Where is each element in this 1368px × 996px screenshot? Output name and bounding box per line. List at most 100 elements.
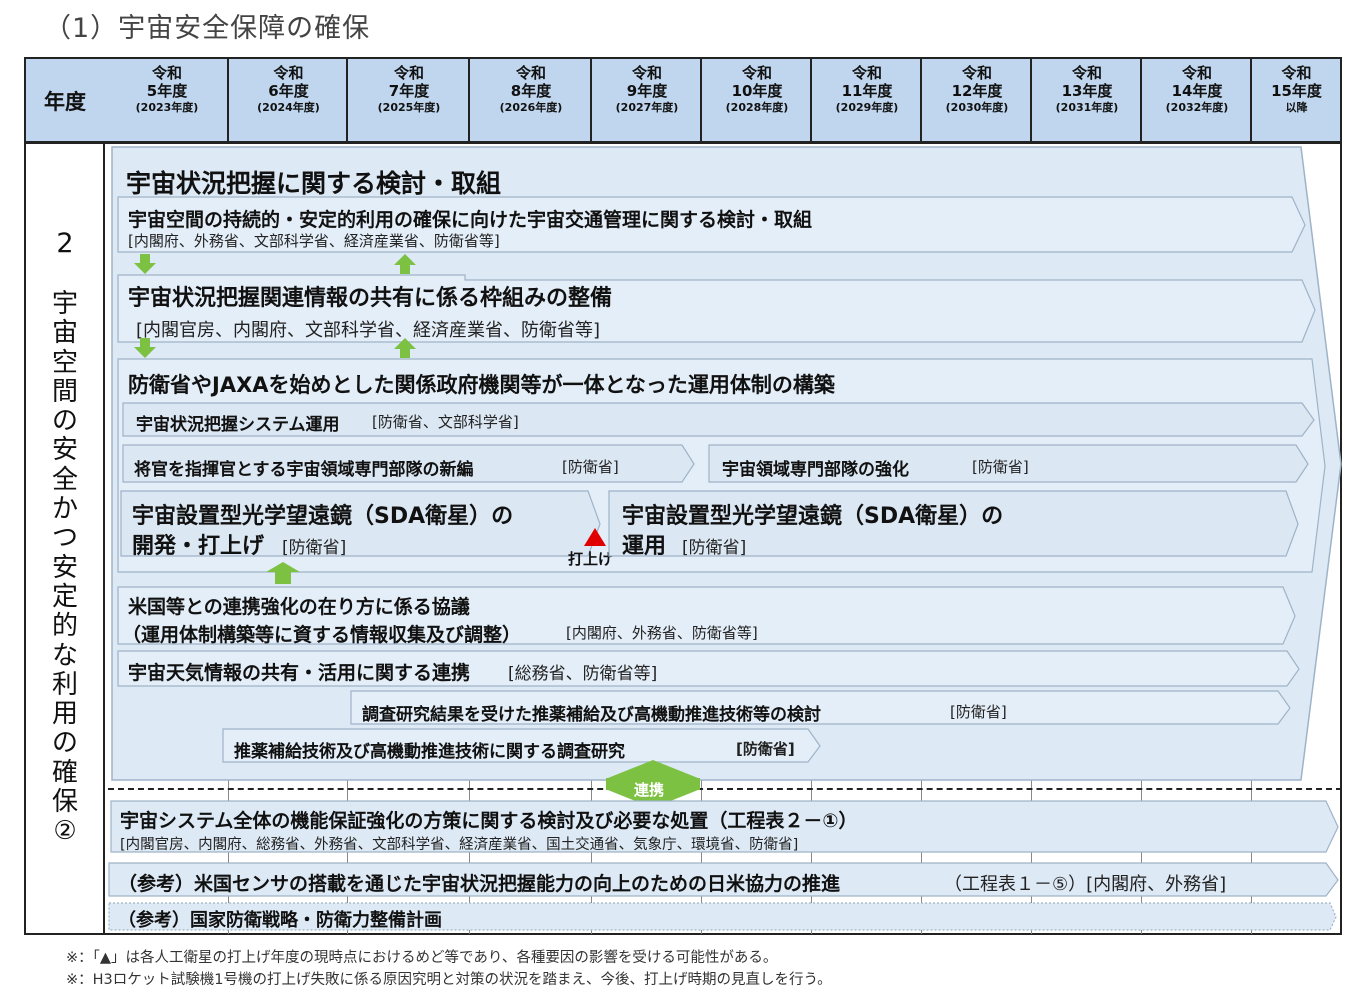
year-header-line: 7年度 <box>388 82 430 101</box>
left-column-divider <box>103 141 105 934</box>
year-header-line: 令和 <box>1071 64 1102 82</box>
year-header-10: 令和 10年度 (2028年度) <box>702 64 812 114</box>
year-header-line: 13年度 <box>1061 82 1113 101</box>
year-header-15: 令和 15年度 以降 <box>1252 64 1341 114</box>
down-arrow-icon <box>134 338 156 358</box>
year-header-line: 令和 <box>1181 64 1212 82</box>
year-header-line: (2024年度) <box>257 100 320 114</box>
header-column-line <box>810 59 812 143</box>
year-header-7: 令和 7年度 (2025年度) <box>348 64 470 114</box>
mission-assurance-orgs: [内閣官房、内閣府、総務省、外務省、文部科学省、経済産業省、国土交通省、気象庁、… <box>120 837 799 853</box>
space-weather-title: 宇宙天気情報の共有・活用に関する連携 <box>128 662 471 684</box>
year-column-label: 年度 <box>44 90 86 114</box>
propulsion-study-orgs: [防衛省] <box>950 703 1007 721</box>
sda-development-orgs: [防衛省] <box>282 538 347 558</box>
year-header-line: 令和 <box>393 64 424 82</box>
year-header-line: 5年度 <box>146 82 188 101</box>
header-column-line <box>590 59 592 143</box>
mission-assurance-title: 宇宙システム全体の機能保証強化の方策に関する検討及び必要な処置（工程表２－①） <box>120 810 858 832</box>
launch-triangle-icon <box>584 528 606 546</box>
unit-new-title: 将官を指揮官とする宇宙領域専門部隊の新編 <box>134 460 474 480</box>
year-header-line: 以降 <box>1285 100 1308 114</box>
sda-operation-line2: 運用 <box>622 534 667 559</box>
up-arrow-icon <box>394 254 416 274</box>
year-header-line: 12年度 <box>951 82 1003 101</box>
year-header-5: 令和 5年度 (2023年度) <box>105 64 229 114</box>
year-header-line: 14年度 <box>1171 82 1223 101</box>
dashed-separator <box>108 788 1342 790</box>
year-header-line: 9年度 <box>626 82 668 101</box>
us-cooperation-line2: （運用体制構築等に資する情報収集及び調整） <box>122 624 522 646</box>
year-header-line: 8年度 <box>510 82 552 101</box>
header-column-line <box>700 59 702 143</box>
year-header-line: 令和 <box>631 64 662 82</box>
year-header-8: 令和 8年度 (2026年度) <box>470 64 592 114</box>
header-column-line <box>346 59 348 143</box>
operations-title: 防衛省やJAXAを始めとした関係政府機関等が一体となった運用体制の構築 <box>128 373 835 397</box>
year-header-line: (2027年度) <box>615 100 679 114</box>
year-header-line: 令和 <box>961 64 992 82</box>
unit-new-orgs: [防衛省] <box>562 458 619 476</box>
year-header-9: 令和 9年度 (2027年度) <box>592 64 702 114</box>
section-title: （1）宇宙安全保障の確保 <box>44 13 371 44</box>
down-arrow-icon <box>134 254 156 274</box>
year-header-line: 令和 <box>515 64 546 82</box>
propulsion-research-title: 推薬補給技術及び高機動推進技術に関する調査研究 <box>234 742 625 762</box>
note-line: ※：「▲」は各人工衛星の打上げ年度の現時点におけるめど等であり、各種要因の影響を… <box>66 950 778 966</box>
traffic-management-title: 宇宙空間の持続的・安定的利用の確保に向けた宇宙交通管理に関する検討・取組 <box>128 209 813 231</box>
year-header-line: 令和 <box>741 64 772 82</box>
year-header-line: (2030年度) <box>945 100 1009 114</box>
year-header-line: 15年度 <box>1271 82 1322 101</box>
year-header-line: (2029年度) <box>835 100 899 114</box>
ssa-main-title: 宇宙状況把握に関する検討・取組 <box>126 169 502 198</box>
header-column-line <box>468 59 470 143</box>
link-label: 連携 <box>634 781 665 799</box>
header-column-line <box>227 59 229 143</box>
year-header-line: (2031年度) <box>1055 100 1119 114</box>
year-header-line: (2028年度) <box>725 100 789 114</box>
us-cooperation-orgs: [内閣府、外務省、防衛省等] <box>566 624 758 642</box>
year-header-line: 令和 <box>151 64 182 82</box>
ssa-system-title: 宇宙状況把握システム運用 <box>136 415 340 435</box>
year-header-line: 令和 <box>851 64 882 82</box>
propulsion-study-title: 調査研究結果を受けた推薬補給及び高機動推進技術等の検討 <box>362 705 821 725</box>
year-header-line: 令和 <box>1281 64 1312 82</box>
header-column-line <box>920 59 922 143</box>
header-column-line <box>1030 59 1032 143</box>
year-header-line: 11年度 <box>841 82 893 101</box>
header-column-line <box>1250 59 1252 143</box>
framework-title: 宇宙状況把握関連情報の共有に係る枠組みの整備 <box>128 286 613 311</box>
propulsion-research-orgs: [防衛省] <box>736 740 795 758</box>
category-text: 宇宙空間の安全かつ安定的な利用の確保② <box>51 289 78 847</box>
up-arrow-icon <box>266 562 300 584</box>
sda-operation-line1: 宇宙設置型光学望遠鏡（SDA衛星）の <box>622 504 1004 529</box>
year-header-line: (2025年度) <box>377 100 441 114</box>
year-header-line: (2023年度) <box>135 100 199 114</box>
year-header-13: 令和 13年度 (2031年度) <box>1032 64 1142 114</box>
unit-strengthen-title: 宇宙領域専門部隊の強化 <box>722 460 909 480</box>
sda-development-line2: 開発・打上げ <box>132 534 265 559</box>
year-header-14: 令和 14年度 (2032年度) <box>1142 64 1252 114</box>
year-header-line: (2032年度) <box>1165 100 1229 114</box>
header-divider <box>25 141 1341 144</box>
framework-orgs: [内閣官房、内閣府、文部科学省、経済産業省、防衛省等] <box>136 320 601 341</box>
ref-sensor-orgs: （工程表１－⑤）[内閣府、外務省] <box>944 874 1227 895</box>
year-header-line: 10年度 <box>731 82 783 101</box>
header-column-line <box>1140 59 1142 143</box>
note-line: ※：H3ロケット試験機1号機の打上げ失敗に係る原因究明と対策の状況を踏まえ、今後… <box>66 972 832 988</box>
unit-strengthen-orgs: [防衛省] <box>972 458 1029 476</box>
us-cooperation-line1: 米国等との連携強化の在り方に係る協議 <box>128 596 470 618</box>
year-header-line: 令和 <box>273 64 304 82</box>
year-header-11: 令和 11年度 (2029年度) <box>812 64 922 114</box>
ref-sensor-title: （参考）米国センサの搭載を通じた宇宙状況把握能力の向上のための日米協力の推進 <box>118 873 841 895</box>
year-header-6: 令和 6年度 (2024年度) <box>229 64 348 114</box>
year-header-12: 令和 12年度 (2030年度) <box>922 64 1032 114</box>
year-header-line: 6年度 <box>268 82 309 101</box>
sda-development-line1: 宇宙設置型光学望遠鏡（SDA衛星）の <box>132 504 514 529</box>
launch-label: 打上げ <box>568 550 614 568</box>
traffic-management-orgs: [内閣府、外務省、文部科学省、経済産業省、防衛省等] <box>128 232 500 250</box>
ref-defense-title: （参考）国家防衛戦略・防衛力整備計画 <box>118 910 442 931</box>
year-header-line: (2026年度) <box>499 100 563 114</box>
space-weather-orgs: [総務省、防衛省等] <box>508 664 658 684</box>
up-arrow-icon <box>394 338 416 358</box>
